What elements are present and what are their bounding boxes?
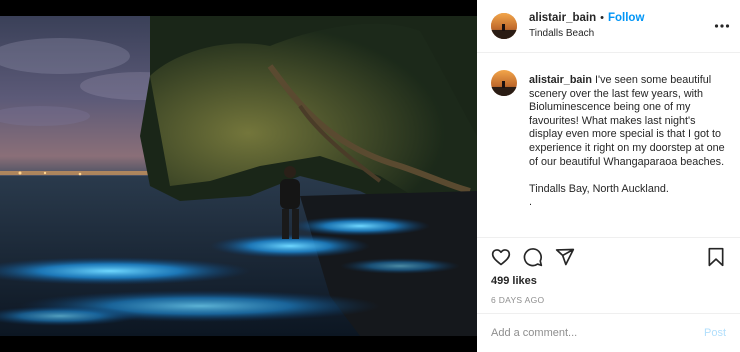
comment-bar: Post xyxy=(477,313,740,352)
author-avatar[interactable] xyxy=(491,13,517,39)
caption-text: alistair_bain I've seen some beautiful s… xyxy=(529,74,726,237)
more-options-icon[interactable] xyxy=(714,18,730,34)
post-timestamp[interactable]: 6 DAYS AGO xyxy=(491,295,726,305)
post-photo xyxy=(0,16,477,336)
caption-avatar[interactable] xyxy=(491,70,517,96)
post-header: alistair_bain • Follow Tindalls Beach xyxy=(477,0,740,53)
post-comment-button[interactable]: Post xyxy=(704,327,726,339)
likes-count[interactable]: 499 likes xyxy=(491,275,726,287)
bookmark-icon[interactable] xyxy=(706,247,726,267)
caption-username[interactable]: alistair_bain xyxy=(529,74,592,86)
post-sidebar: alistair_bain • Follow Tindalls Beach al… xyxy=(477,0,740,352)
comment-input[interactable] xyxy=(491,327,704,339)
post-image[interactable] xyxy=(0,16,477,336)
caption-first-paragraph: alistair_bain I've seen some beautiful s… xyxy=(529,74,726,169)
author-username[interactable]: alistair_bain xyxy=(529,12,596,25)
caption-dot-line: . xyxy=(529,196,532,209)
heart-icon[interactable] xyxy=(491,247,511,267)
caption-location-line: Tindalls Bay, North Auckland. xyxy=(529,182,669,195)
header-separator: • xyxy=(600,12,604,24)
share-icon[interactable] xyxy=(555,247,575,267)
post-location[interactable]: Tindalls Beach xyxy=(529,27,644,40)
caption-section: alistair_bain I've seen some beautiful s… xyxy=(477,54,740,237)
post-actions: 499 likes 6 DAYS AGO xyxy=(477,237,740,313)
comment-icon[interactable] xyxy=(523,247,543,267)
caption-body: I've seen some beautiful scenery over th… xyxy=(529,74,728,168)
follow-button[interactable]: Follow xyxy=(608,12,644,25)
